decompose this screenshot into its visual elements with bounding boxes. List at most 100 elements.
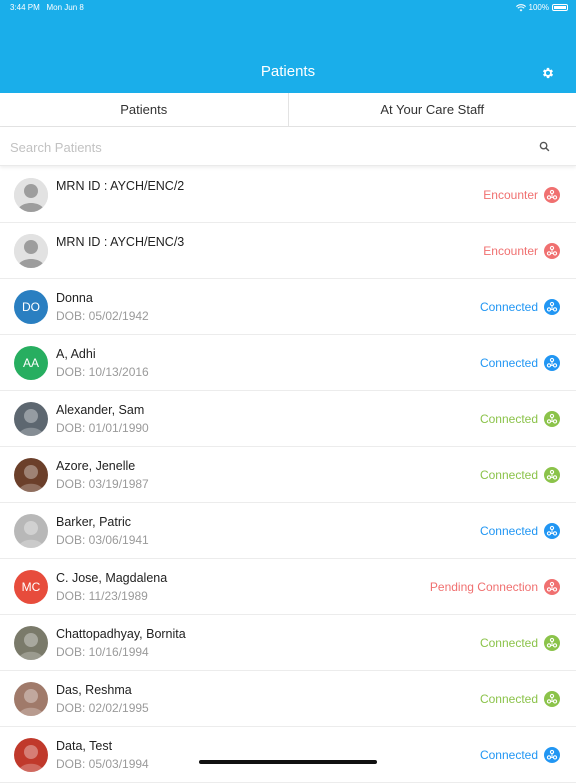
status-label: Connected bbox=[480, 524, 538, 538]
patient-dob: DOB: 05/02/1942 bbox=[56, 309, 149, 323]
status-time: 3:44 PM bbox=[10, 3, 40, 12]
avatar-initials: AA bbox=[14, 346, 48, 380]
patient-name: MRN ID : AYCH/ENC/3 bbox=[56, 235, 184, 249]
connection-status: Connected bbox=[480, 467, 560, 483]
patient-dob: DOB: 02/02/1995 bbox=[56, 701, 149, 715]
avatar-initials: MC bbox=[14, 570, 48, 604]
search-icon[interactable] bbox=[539, 141, 550, 152]
battery-percent: 100% bbox=[529, 3, 549, 12]
patient-row[interactable]: Azore, Jenelle DOB: 03/19/1987 Connected bbox=[0, 447, 576, 503]
status-label: Connected bbox=[480, 356, 538, 370]
tab-patients[interactable]: Patients bbox=[0, 93, 288, 126]
connection-icon[interactable] bbox=[544, 187, 560, 203]
status-time-date: 3:44 PM Mon Jun 8 bbox=[10, 3, 84, 12]
connection-icon[interactable] bbox=[544, 243, 560, 259]
connection-status: Encounter bbox=[483, 243, 560, 259]
patient-dob: DOB: 10/16/1994 bbox=[56, 645, 149, 659]
user-placeholder-icon bbox=[14, 178, 48, 212]
connection-icon[interactable] bbox=[544, 467, 560, 483]
status-label: Connected bbox=[480, 468, 538, 482]
gear-icon[interactable] bbox=[541, 66, 555, 80]
connection-icon[interactable] bbox=[544, 299, 560, 315]
user-photo bbox=[14, 626, 48, 660]
patient-name: A, Adhi bbox=[56, 347, 96, 361]
status-label: Encounter bbox=[483, 244, 538, 258]
connection-status: Connected bbox=[480, 635, 560, 651]
connection-icon[interactable] bbox=[544, 355, 560, 371]
connection-status: Pending Connection bbox=[430, 579, 560, 595]
avatar bbox=[14, 178, 48, 212]
avatar bbox=[14, 514, 48, 548]
search-bar bbox=[0, 127, 576, 166]
patient-row[interactable]: AA A, Adhi DOB: 10/13/2016 Connected bbox=[0, 335, 576, 391]
page-title: Patients bbox=[0, 63, 576, 80]
patient-row[interactable]: Chattopadhyay, Bornita DOB: 10/16/1994 Con… bbox=[0, 615, 576, 671]
user-photo bbox=[14, 682, 48, 716]
patient-row[interactable]: MRN ID : AYCH/ENC/2 Encounter bbox=[0, 167, 576, 223]
connection-icon[interactable] bbox=[544, 523, 560, 539]
patient-name: Chattopadhyay, Bornita bbox=[56, 627, 186, 641]
patient-row[interactable]: Das, Reshma DOB: 02/02/1995 Connected bbox=[0, 671, 576, 727]
connection-status: Connected bbox=[480, 355, 560, 371]
patient-dob: DOB: 10/13/2016 bbox=[56, 365, 149, 379]
patient-dob: DOB: 01/01/1990 bbox=[56, 421, 149, 435]
status-label: Connected bbox=[480, 300, 538, 314]
user-placeholder-icon bbox=[14, 234, 48, 268]
status-label: Encounter bbox=[483, 188, 538, 202]
user-photo bbox=[14, 458, 48, 492]
avatar bbox=[14, 458, 48, 492]
patient-dob: DOB: 03/06/1941 bbox=[56, 533, 149, 547]
avatar bbox=[14, 738, 48, 772]
patient-name: MRN ID : AYCH/ENC/2 bbox=[56, 179, 184, 193]
patient-name: C. Jose, Magdalena bbox=[56, 571, 167, 585]
patient-row[interactable]: Alexander, Sam DOB: 01/01/1990 Connected bbox=[0, 391, 576, 447]
patient-name: Azore, Jenelle bbox=[56, 459, 135, 473]
connection-status: Connected bbox=[480, 411, 560, 427]
connection-status: Connected bbox=[480, 523, 560, 539]
connection-status: Connected bbox=[480, 299, 560, 315]
avatar bbox=[14, 234, 48, 268]
patient-name: Barker, Patric bbox=[56, 515, 131, 529]
avatar bbox=[14, 626, 48, 660]
connection-icon[interactable] bbox=[544, 635, 560, 651]
status-label: Pending Connection bbox=[430, 580, 538, 594]
patient-name: Alexander, Sam bbox=[56, 403, 144, 417]
patient-row[interactable]: MC C. Jose, Magdalena DOB: 11/23/1989 Pendi… bbox=[0, 559, 576, 615]
wifi-icon bbox=[516, 4, 526, 12]
patient-row[interactable]: DODonnaDOB: 05/02/1942Connected bbox=[0, 279, 576, 335]
connection-icon[interactable] bbox=[544, 747, 560, 763]
patient-row[interactable]: Data, Test DOB: 05/03/1994 Connected bbox=[0, 727, 576, 783]
patient-row[interactable]: Barker, Patric DOB: 03/06/1941 Connected bbox=[0, 503, 576, 559]
patient-name: Data, Test bbox=[56, 739, 112, 753]
status-label: Connected bbox=[480, 636, 538, 650]
nav-bar: Patients bbox=[0, 16, 576, 93]
patient-name: Donna bbox=[56, 291, 93, 305]
tab-care-staff[interactable]: At Your Care Staff bbox=[288, 93, 576, 126]
patient-dob: DOB: 11/23/1989 bbox=[56, 589, 148, 603]
status-label: Connected bbox=[480, 748, 538, 762]
connection-status: Encounter bbox=[483, 187, 560, 203]
patient-dob: DOB: 05/03/1994 bbox=[56, 757, 149, 771]
connection-icon[interactable] bbox=[544, 411, 560, 427]
status-right: 100% bbox=[516, 3, 568, 12]
user-photo bbox=[14, 402, 48, 436]
user-photo bbox=[14, 738, 48, 772]
patient-name: Das, Reshma bbox=[56, 683, 132, 697]
search-input[interactable] bbox=[8, 135, 532, 159]
status-label: Connected bbox=[480, 692, 538, 706]
user-photo bbox=[14, 514, 48, 548]
home-indicator bbox=[199, 760, 377, 764]
status-date: Mon Jun 8 bbox=[46, 3, 83, 12]
connection-status: Connected bbox=[480, 747, 560, 763]
tab-bar: Patients At Your Care Staff bbox=[0, 93, 576, 127]
connection-icon[interactable] bbox=[544, 691, 560, 707]
connection-icon[interactable] bbox=[544, 579, 560, 595]
patient-list: MRN ID : AYCH/ENC/2EncounterMRN ID : AYC… bbox=[0, 167, 576, 783]
connection-status: Connected bbox=[480, 691, 560, 707]
status-bar: 3:44 PM Mon Jun 8 100% bbox=[0, 0, 576, 16]
patient-dob: DOB: 03/19/1987 bbox=[56, 477, 149, 491]
patient-row[interactable]: MRN ID : AYCH/ENC/3 Encounter bbox=[0, 223, 576, 279]
avatar bbox=[14, 402, 48, 436]
avatar bbox=[14, 682, 48, 716]
status-label: Connected bbox=[480, 412, 538, 426]
